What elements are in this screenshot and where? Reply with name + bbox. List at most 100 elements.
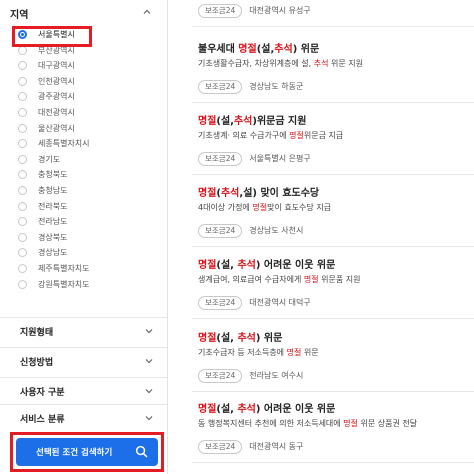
region-option[interactable]: 인천광역시 bbox=[10, 74, 160, 90]
text-segment: 맞이 효도수당 지급 bbox=[267, 203, 332, 212]
chevron-down-icon[interactable] bbox=[144, 386, 154, 396]
keyword-highlight: 명절 bbox=[286, 348, 302, 357]
text-segment: ) 위문 bbox=[255, 333, 283, 344]
radio-button[interactable] bbox=[18, 279, 27, 289]
region-option-label: 세종특별자치시 bbox=[38, 139, 90, 149]
search-selected-conditions-button[interactable]: 선택된 조건 검색하기 bbox=[16, 438, 158, 466]
facet-apply-method[interactable]: 신청방법 bbox=[0, 347, 168, 373]
benefit-card[interactable]: 불우세대 명절(설,추석) 위문기초생활수급자, 차상위계층에 설, 추석 위문… bbox=[186, 40, 474, 100]
region-option[interactable]: 경상북도 bbox=[10, 230, 160, 246]
card-divider bbox=[192, 318, 474, 319]
region-option-label: 전라남도 bbox=[38, 217, 68, 227]
text-segment: 위문 지원 bbox=[328, 59, 364, 68]
benefit-meta: 보조금24 대전광역시 유성구 bbox=[198, 0, 311, 18]
chevron-down-icon[interactable] bbox=[144, 326, 154, 336]
chevron-down-icon[interactable] bbox=[144, 413, 154, 423]
text-segment: 생계급여, 의료급여 수급자에게 bbox=[198, 275, 304, 284]
benefit-card[interactable]: 명절(설,추석)위문금 지원 기초생계· 의료 수급가구에 명절위문금 지급 보조금… bbox=[186, 112, 474, 172]
text-segment: 위문금 지급 bbox=[303, 131, 344, 140]
keyword-highlight: 명절 bbox=[289, 131, 304, 140]
benefit-meta: 보조금24 대전광역시 동구 bbox=[198, 436, 303, 454]
benefit-title[interactable]: 명절(설, 추석) 어려운 이웃 위문 bbox=[198, 400, 335, 415]
radio-button[interactable] bbox=[18, 170, 27, 180]
region-option[interactable]: 경기도 bbox=[10, 152, 160, 168]
region-option-label: 제주특별자치도 bbox=[38, 263, 90, 273]
region-filter-title: 지역 bbox=[10, 10, 29, 21]
region-option[interactable]: 제주특별자치도 bbox=[10, 261, 160, 277]
keyword-highlight: 명절 bbox=[343, 419, 358, 428]
region-option[interactable]: 충청북도 bbox=[10, 167, 160, 183]
benefit-title[interactable]: 불우세대 명절(설,추석) 위문 bbox=[198, 40, 319, 55]
radio-button[interactable] bbox=[18, 154, 27, 164]
category-badge: 보조금24 bbox=[198, 151, 243, 166]
text-segment: 동 행정복지센터 추천에 의한 저소득세대에 bbox=[198, 419, 344, 428]
benefit-card[interactable]: 명절(설, 추석) 어려운 이웃 위문 생계급여, 의료급여 수급자에게 명절 위… bbox=[186, 256, 474, 316]
radio-button[interactable] bbox=[18, 61, 27, 71]
radio-button[interactable] bbox=[18, 92, 27, 102]
benefit-card[interactable]: 보조금24 대전광역시 유성구 bbox=[186, 0, 474, 24]
benefit-description: 기초생활수급자, 차상위계층에 설, 추석 위문 지원 bbox=[198, 58, 363, 69]
radio-button[interactable] bbox=[18, 232, 27, 242]
benefit-region: 경상남도 사천시 bbox=[249, 226, 304, 235]
facet-user-type[interactable]: 사용자 구분 bbox=[0, 377, 168, 403]
text-segment: (설, bbox=[216, 116, 234, 127]
keyword-highlight: 명절 bbox=[303, 275, 319, 284]
radio-button[interactable] bbox=[18, 139, 27, 149]
benefit-title[interactable]: 명절(설, 추석) 어려운 이웃 위문 bbox=[198, 256, 335, 271]
region-option-label: 경기도 bbox=[38, 154, 61, 164]
facet-service-category[interactable]: 서비스 분류 bbox=[0, 404, 168, 430]
benefit-card[interactable]: 명절(추석,설) 맞이 효도수당 4대이상 가정에 명절맞이 효도수당 지급 보조금… bbox=[186, 184, 474, 244]
keyword-highlight: 추석 bbox=[233, 116, 253, 127]
region-option[interactable]: 세종특별자치시 bbox=[10, 136, 160, 152]
region-option[interactable]: 광주광역시 bbox=[10, 89, 160, 105]
category-badge: 보조금24 bbox=[198, 439, 243, 454]
radio-button[interactable] bbox=[18, 263, 27, 273]
search-icon bbox=[135, 445, 148, 458]
region-option[interactable]: 충청남도 bbox=[10, 183, 160, 199]
benefit-card[interactable]: 명절(설, 추석) 위문 기초수급자 등 저소득층에 명절 위문 보조금24 전라남도… bbox=[186, 329, 474, 389]
results-list: 보조금24 대전광역시 유성구 불우세대 명절(설,추석) 위문 기초생활수급자, 차… bbox=[186, 0, 474, 474]
text-segment: ,설) 맞이 효도수당 bbox=[239, 188, 320, 199]
text-segment: ) 위문 bbox=[292, 44, 320, 55]
radio-button[interactable] bbox=[18, 185, 27, 195]
benefit-card[interactable]: 명절(설, 추석) 어려운 이웃 위문동 행정복지센터 추천에 의한 저소득세대… bbox=[186, 400, 474, 460]
radio-button[interactable] bbox=[18, 217, 27, 227]
keyword-highlight: 명절 bbox=[198, 404, 217, 415]
region-option[interactable]: 경상남도 bbox=[10, 245, 160, 261]
category-badge: 보조금24 bbox=[198, 3, 243, 18]
text-segment: 불우세대 bbox=[198, 44, 239, 55]
text-segment: ) 어려운 이웃 위문 bbox=[255, 404, 336, 415]
keyword-highlight: 명절 bbox=[198, 188, 217, 199]
text-segment: 기초생활수급자, 차상위계층에 설, bbox=[198, 59, 314, 68]
region-option[interactable]: 대전광역시 bbox=[10, 105, 160, 121]
search-button-highlight: 선택된 조건 검색하기 bbox=[10, 432, 164, 472]
region-option[interactable]: 울산광역시 bbox=[10, 121, 160, 137]
card-divider bbox=[192, 462, 474, 463]
region-option-label: 충청북도 bbox=[38, 170, 68, 180]
region-option[interactable]: 강원특별자치도 bbox=[10, 277, 160, 293]
benefit-title[interactable]: 명절(설, 추석) 위문 bbox=[198, 329, 282, 344]
radio-button[interactable] bbox=[18, 76, 27, 86]
radio-button[interactable] bbox=[18, 107, 27, 117]
facet-support-type[interactable]: 지원형태 bbox=[0, 317, 168, 343]
radio-button[interactable] bbox=[18, 201, 27, 211]
region-option-label: 강원특별자치도 bbox=[38, 279, 90, 289]
text-segment: 위문 bbox=[301, 348, 319, 357]
region-option[interactable]: 전라북도 bbox=[10, 199, 160, 215]
radio-button[interactable] bbox=[18, 123, 27, 133]
radio-button[interactable] bbox=[18, 248, 27, 258]
region-option[interactable]: 대구광역시 bbox=[10, 58, 160, 74]
category-badge: 보조금24 bbox=[198, 368, 243, 383]
chevron-up-icon[interactable] bbox=[142, 7, 152, 17]
benefit-title[interactable]: 명절(추석,설) 맞이 효도수당 bbox=[198, 184, 319, 199]
chevron-down-icon[interactable] bbox=[144, 356, 154, 366]
region-filter-header[interactable]: 지역 bbox=[10, 4, 160, 22]
text-segment: (설, bbox=[216, 333, 238, 344]
keyword-highlight: 추석 bbox=[237, 404, 256, 415]
region-option-label: 인천광역시 bbox=[38, 76, 75, 86]
keyword-highlight: 명절 bbox=[252, 203, 268, 212]
benefit-title[interactable]: 명절(설,추석)위문금 지원 bbox=[198, 112, 306, 127]
region-option[interactable]: 전라남도 bbox=[10, 214, 160, 230]
facet-label: 지원형태 bbox=[20, 328, 54, 338]
text-segment: ) 어려운 이웃 위문 bbox=[255, 260, 336, 271]
